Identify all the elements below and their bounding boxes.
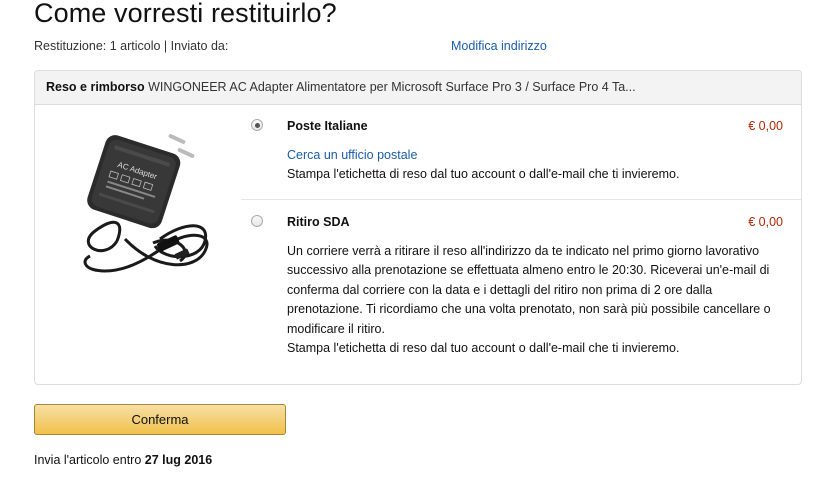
confirm-button[interactable]: Conferma — [34, 404, 286, 435]
option-divider — [241, 199, 801, 200]
page-title: Come vorresti restituirlo? — [34, 0, 337, 28]
send-by-date: Invia l'articolo entro 27 lug 2016 — [34, 453, 212, 467]
radio-poste-italiane[interactable] — [251, 119, 263, 131]
option-description: Stampa l'etichetta di reso dal tuo accou… — [287, 167, 680, 181]
return-options-panel: Reso e rimborso WINGONEER AC Adapter Ali… — [34, 70, 802, 385]
modify-address-link[interactable]: Modifica indirizzo — [451, 39, 547, 53]
send-by-deadline: 27 lug 2016 — [144, 453, 213, 467]
option-name: Ritiro SDA — [287, 215, 350, 229]
option-description-label: Stampa l'etichetta di reso dal tuo accou… — [287, 341, 680, 355]
radio-ritiro-sda[interactable] — [251, 215, 263, 227]
send-by-label: Invia l'articolo entro — [34, 453, 145, 467]
option-description: Un corriere verrà a ritirare il reso all… — [287, 243, 771, 336]
product-image: AC Adapter — [83, 134, 209, 273]
find-post-office-link[interactable]: Cerca un ufficio postale — [287, 146, 783, 166]
header-label: Reso e rimborso — [46, 80, 145, 94]
option-price: € 0,00 — [748, 215, 783, 229]
option-name: Poste Italiane — [287, 119, 368, 133]
panel-header: Reso e rimborso WINGONEER AC Adapter Ali… — [35, 71, 801, 105]
product-name: WINGONEER AC Adapter Alimentatore per Mi… — [144, 80, 636, 94]
return-summary: Restituzione: 1 articolo | Inviato da: — [34, 39, 229, 53]
option-price: € 0,00 — [748, 119, 783, 133]
